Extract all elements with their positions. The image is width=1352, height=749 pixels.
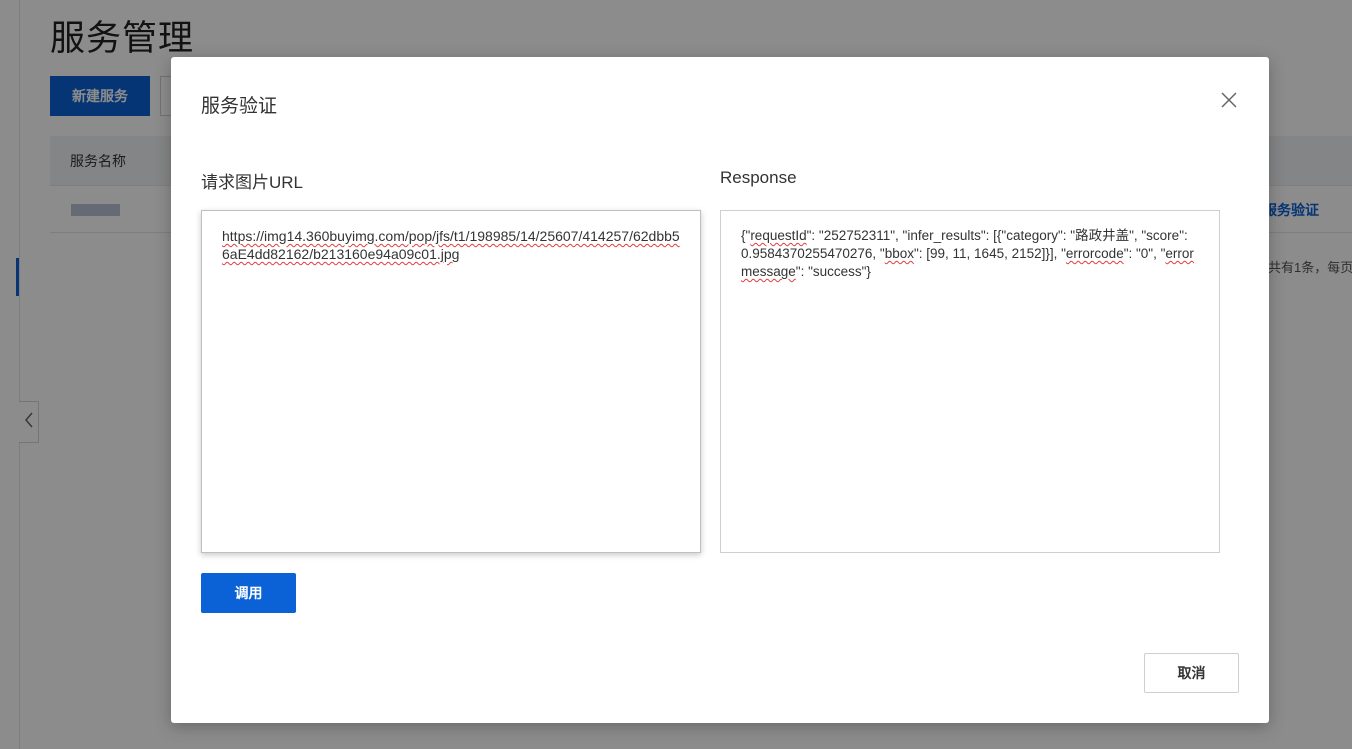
invoke-button[interactable]: 调用 xyxy=(201,573,296,613)
image-url-text: https://img14.360buyimg.com/pop/jfs/t1/1… xyxy=(222,228,680,262)
response-text-bbox: bbox xyxy=(884,246,914,261)
close-button[interactable] xyxy=(1218,91,1240,113)
cancel-button[interactable]: 取消 xyxy=(1144,653,1239,693)
page: 服务管理 新建服务 服务名称 服务验证 共有1条，每页显 服务验证 请求图片UR… xyxy=(0,0,1352,749)
response-text-requestid: requestId xyxy=(750,228,807,243)
service-verify-dialog: 服务验证 请求图片URL Response https://img14.360b… xyxy=(171,57,1269,723)
response-text: ": [99, 11, 1645, 2152]}], " xyxy=(913,246,1066,261)
response-field-label: Response xyxy=(720,168,797,187)
response-text: ": "0", " xyxy=(1123,246,1166,261)
close-icon xyxy=(1221,91,1237,113)
dialog-title: 服务验证 xyxy=(201,96,278,117)
response-text: {" xyxy=(741,228,751,243)
response-text-errorcode: errorcode xyxy=(1065,246,1124,261)
image-url-textarea[interactable]: https://img14.360buyimg.com/pop/jfs/t1/1… xyxy=(201,210,701,553)
response-textarea[interactable]: {"requestId": "252752311", "infer_result… xyxy=(720,210,1220,553)
url-field-label: 请求图片URL xyxy=(201,173,304,192)
response-text: ": "success"} xyxy=(795,264,871,279)
